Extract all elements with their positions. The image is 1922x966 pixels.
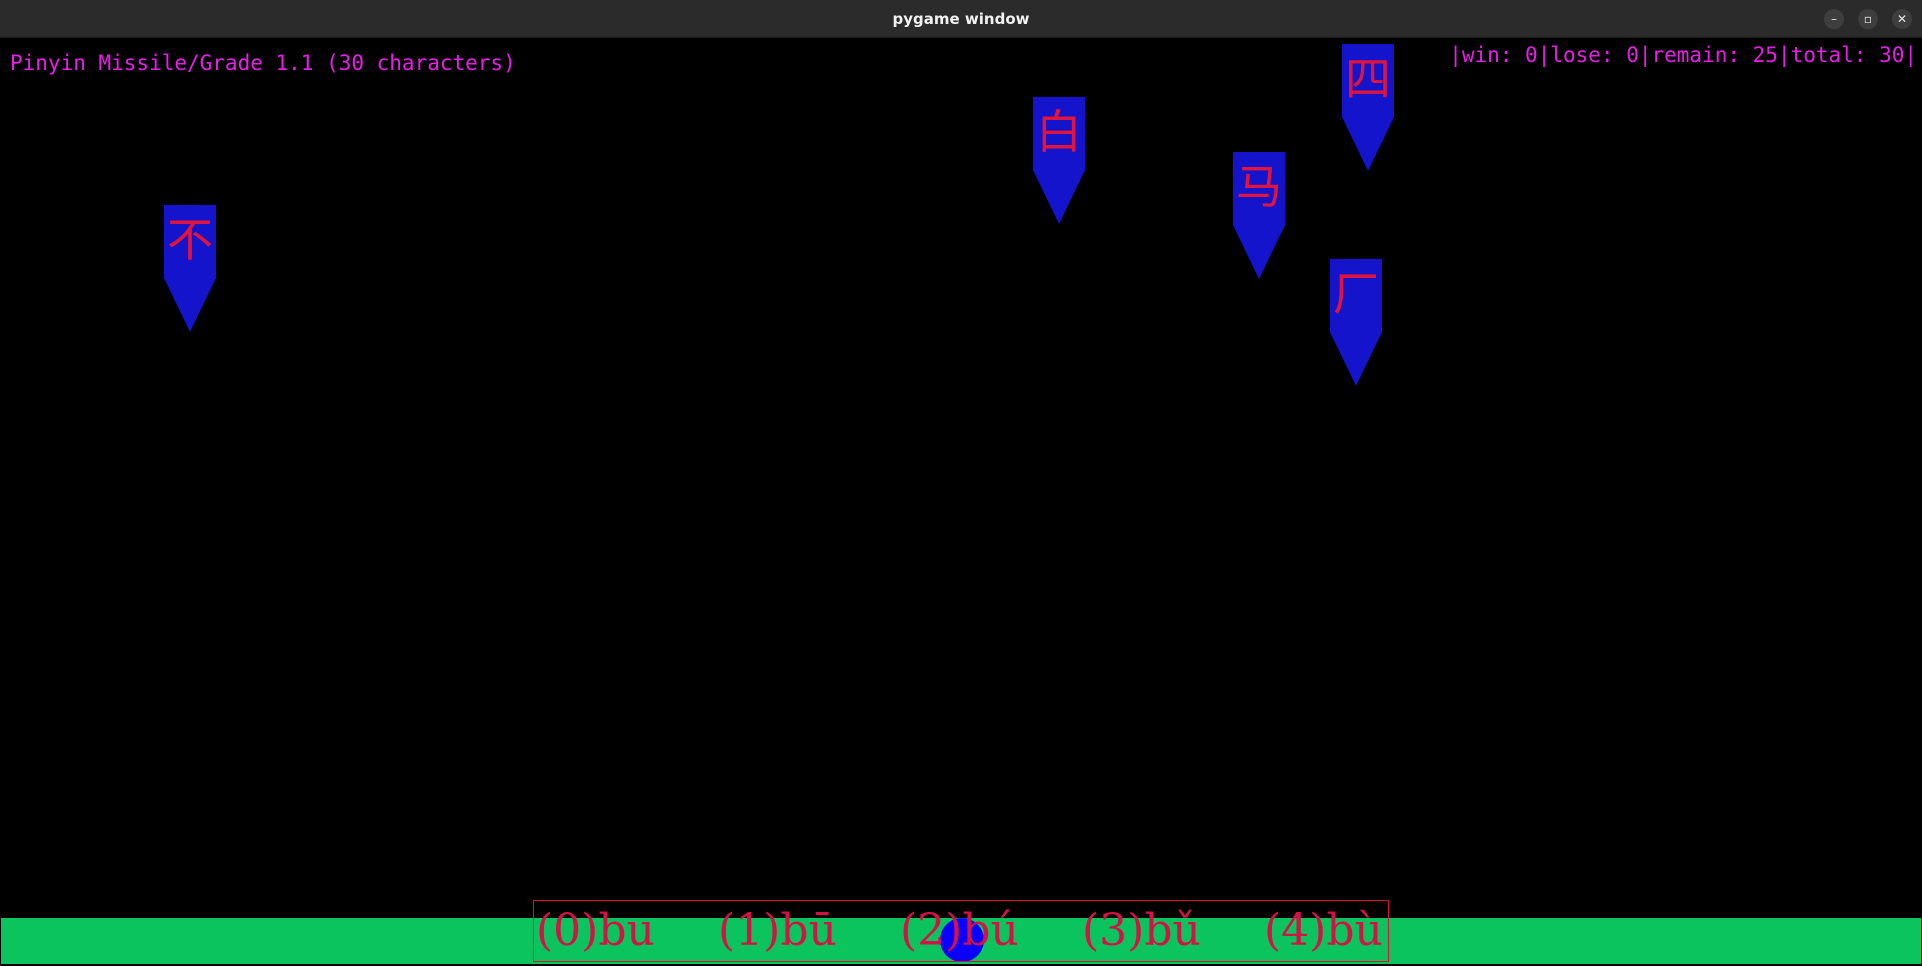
title-bar[interactable]: pygame window – ▫ ✕	[0, 0, 1922, 38]
missile-tip	[1330, 332, 1382, 386]
missile-tip	[1342, 117, 1394, 171]
maximize-button[interactable]: ▫	[1858, 9, 1878, 29]
app-window: pygame window – ▫ ✕ Pinyin Missile/Grade…	[0, 0, 1922, 966]
window-title: pygame window	[892, 10, 1030, 28]
missile: 厂	[1330, 259, 1382, 386]
missile-character: 四	[1345, 52, 1391, 106]
choice-option-2[interactable]: (2)bú	[900, 904, 1019, 958]
missile-character: 厂	[1333, 267, 1379, 321]
game-title: Pinyin Missile/Grade 1.1 (30 characters)	[10, 51, 516, 75]
missile: 不	[164, 205, 216, 332]
answer-choices-box: (0)bu (1)bū (2)bú (3)bǔ (4)bù	[533, 900, 1389, 962]
close-button[interactable]: ✕	[1892, 9, 1912, 29]
missile-tip	[1233, 225, 1285, 279]
score-readout: |win: 0|lose: 0|remain: 25|total: 30|	[1449, 43, 1917, 67]
choice-option-4[interactable]: (4)bù	[1264, 904, 1383, 958]
missile-tip	[164, 278, 216, 332]
missile: 白	[1033, 97, 1085, 224]
missile-tip	[1033, 170, 1085, 224]
minimize-button[interactable]: –	[1824, 9, 1844, 29]
choice-option-0[interactable]: (0)bu	[536, 904, 655, 958]
missile-character: 白	[1036, 105, 1082, 159]
missile-character: 不	[167, 213, 213, 267]
missile-character: 马	[1236, 160, 1282, 214]
missile: 马	[1233, 152, 1285, 279]
choice-option-3[interactable]: (3)bǔ	[1082, 904, 1201, 958]
game-canvas[interactable]: Pinyin Missile/Grade 1.1 (30 characters)…	[1, 38, 1921, 965]
choice-option-1[interactable]: (1)bū	[718, 904, 837, 958]
missile: 四	[1342, 44, 1394, 171]
